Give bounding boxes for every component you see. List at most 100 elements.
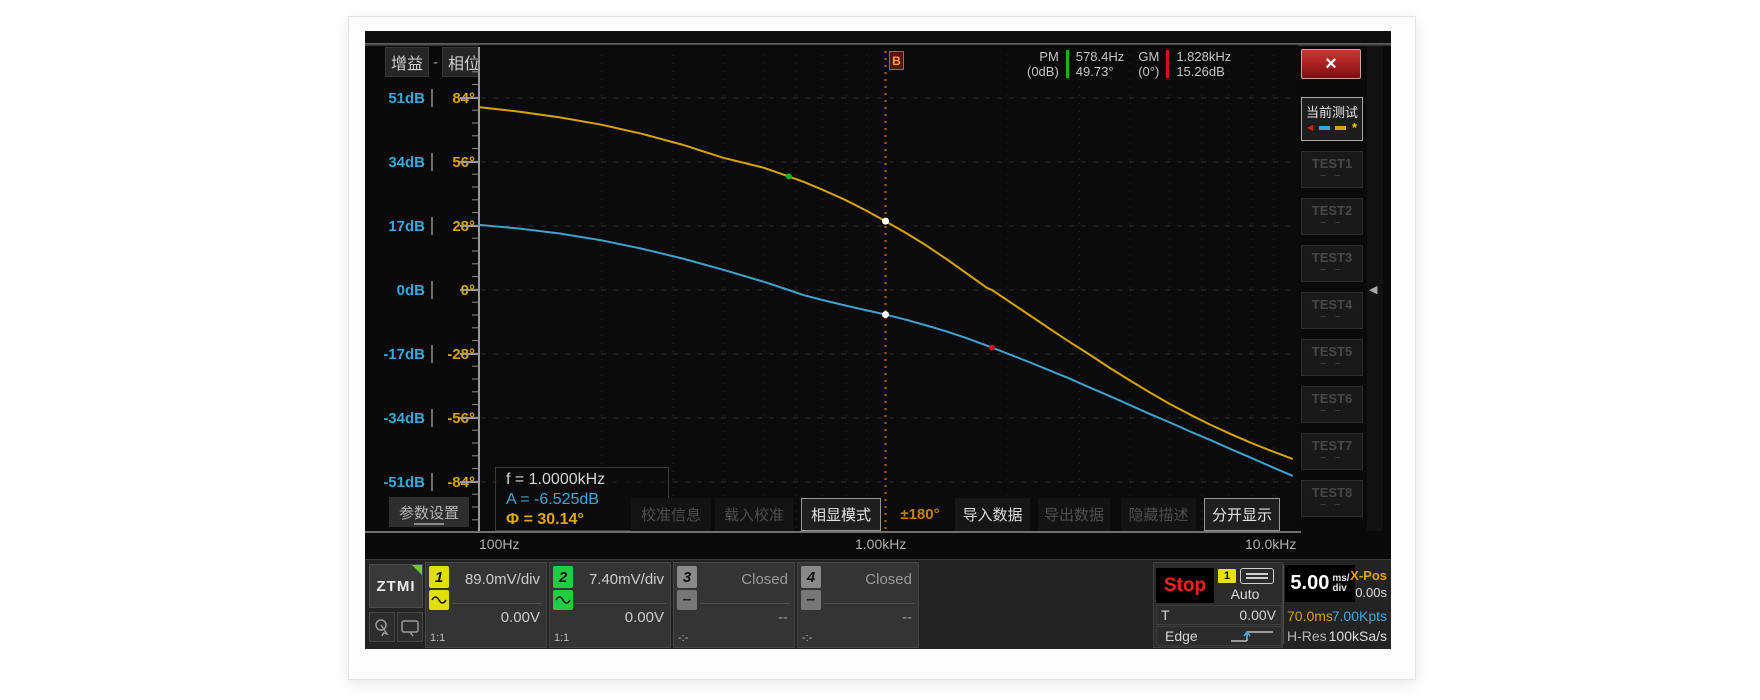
margin-measurements: PM (0dB) 578.4Hz 49.73° GM (0°) 1.828kHz…	[1013, 47, 1301, 81]
current-test-button[interactable]: 当前测试 ◀ *	[1301, 97, 1363, 141]
screenshot-card: 增益 - 相位 51dB84°34dB56°17dB28°0dB0°-17dB-…	[348, 16, 1416, 680]
channel-number-badge: 4	[801, 566, 821, 588]
test-slot-button[interactable]: TEST2– –	[1301, 198, 1363, 235]
gain-axis-label[interactable]: 增益	[385, 47, 429, 77]
channel-divider	[452, 603, 542, 604]
channel-offset: --	[902, 609, 912, 626]
tick-separator	[431, 409, 433, 427]
tick-separator	[431, 89, 433, 107]
trigger-block[interactable]: Stop 1 Auto T 0.00V Edge	[1153, 562, 1283, 648]
channel-divider	[576, 603, 666, 604]
test-slot-button[interactable]: TEST5– –	[1301, 339, 1363, 376]
channel-offset: 0.00V	[501, 609, 540, 626]
gain-tick-label: 34dB	[388, 154, 425, 171]
bode-plot[interactable]	[459, 45, 1298, 534]
cursor-phase-point	[882, 218, 889, 225]
trigger-type-row[interactable]: Edge	[1156, 626, 1282, 646]
timebase-scale-unit: ms/ div	[1332, 574, 1349, 594]
gm-value: 15.26dB	[1176, 64, 1231, 79]
channel-coupling-icon	[553, 590, 573, 610]
sidebar-collapse-icon[interactable]: ◀	[1369, 283, 1377, 296]
toolbar-button-2: 载入校准	[715, 498, 793, 531]
channel-probe-ratio: 1:1	[554, 632, 569, 644]
gain-tick-label: -51dB	[383, 474, 425, 491]
toolbar-button-4[interactable]: ±180°	[889, 498, 951, 531]
toolbar-button-5[interactable]: 导入数据	[955, 498, 1030, 531]
trigger-mode: Auto	[1216, 586, 1274, 602]
test-slot-label: TEST6	[1302, 391, 1362, 406]
gain-trace-swatch	[1319, 126, 1330, 130]
close-button[interactable]: ×	[1301, 49, 1361, 79]
timebase-scale[interactable]: 5.00 ms/ div	[1285, 565, 1355, 602]
test-slot-dashes: – –	[1302, 359, 1362, 368]
close-icon: ×	[1325, 53, 1337, 76]
channel-scale: 7.40mV/div	[589, 571, 664, 588]
brand-logo: ZTMI	[369, 564, 423, 608]
touchpad-icon[interactable]	[397, 612, 423, 642]
test-slot-label: TEST3	[1302, 250, 1362, 265]
memory-depth: 7.00Kpts	[1332, 608, 1387, 624]
gain-tick-label: -34dB	[383, 410, 425, 427]
oscilloscope-screen: 增益 - 相位 51dB84°34dB56°17dB28°0dB0°-17dB-…	[365, 31, 1391, 649]
x-tick-1khz: 1.00kHz	[855, 536, 906, 552]
test-slot-label: TEST8	[1302, 485, 1362, 500]
pm-ref: (0dB)	[1027, 64, 1059, 79]
current-test-legend: ◀ *	[1302, 121, 1362, 132]
top-bar	[365, 31, 1391, 43]
test-slot-button[interactable]: TEST8– –	[1301, 480, 1363, 517]
status-divider	[1283, 564, 1284, 644]
pm-frequency: 578.4Hz	[1076, 49, 1124, 64]
trigger-level-label: T	[1161, 607, 1170, 623]
gain-tick-label: 0dB	[397, 282, 425, 299]
channel-divider	[824, 603, 914, 604]
toolbar-button-3[interactable]: 相显模式	[801, 498, 881, 531]
toolbar-button-7: 隐藏描述	[1121, 498, 1196, 531]
test-slot-button[interactable]: TEST1– –	[1301, 151, 1363, 188]
trigger-level-row[interactable]: T 0.00V	[1156, 605, 1282, 625]
phase-trace-swatch	[1335, 126, 1346, 130]
test-slot-button[interactable]: TEST3– –	[1301, 245, 1363, 282]
tick-separator	[431, 345, 433, 363]
touch-gesture-icon[interactable]	[369, 612, 395, 642]
brand-logo-text: ZTMI	[377, 578, 416, 595]
test-slot-button[interactable]: TEST4– –	[1301, 292, 1363, 329]
cursor-b-flag[interactable]: B	[889, 51, 904, 70]
channel-block-4[interactable]: 4– Closed -- -:-	[797, 562, 919, 648]
pm-color-bar	[1066, 50, 1069, 78]
gain-tick-label: -17dB	[383, 346, 425, 363]
test-slot-label: TEST1	[1302, 156, 1362, 171]
timebase-block[interactable]: 5.00 ms/ div X-Pos 0.00s 70.0ms 7.00Kpts…	[1285, 562, 1389, 648]
xpos-value: 0.00s	[1355, 585, 1387, 600]
xpos-label: X-Pos	[1350, 568, 1387, 583]
pm-marker	[786, 173, 792, 179]
timebase-scale-value: 5.00	[1290, 572, 1329, 595]
test-slot-button[interactable]: TEST6– –	[1301, 386, 1363, 423]
channel-scale: Closed	[865, 571, 912, 588]
channel-block-2[interactable]: 27.40mV/div0.00V1:1	[549, 562, 671, 648]
x-axis-labels: 100Hz 1.00kHz 10.0kHz	[365, 536, 1301, 554]
logo-corner-badge	[412, 565, 422, 575]
gm-label: GM	[1138, 49, 1159, 64]
trigger-arrow-icon: ◀	[1307, 124, 1313, 132]
sample-rate: 100kSa/s	[1329, 628, 1387, 644]
channel-probe-ratio: 1:1	[430, 632, 445, 644]
run-state-indicator[interactable]: Stop	[1156, 568, 1214, 603]
test-slot-dashes: – –	[1302, 218, 1362, 227]
test-slot-button[interactable]: TEST7– –	[1301, 433, 1363, 470]
test-slot-label: TEST4	[1302, 297, 1362, 312]
page-background: 增益 - 相位 51dB84°34dB56°17dB28°0dB0°-17dB-…	[0, 0, 1760, 700]
test-slot-dashes: – –	[1302, 500, 1362, 509]
channel-probe-ratio: -:-	[802, 632, 812, 644]
channel-probe-ratio: -:-	[678, 632, 688, 644]
tick-separator	[431, 473, 433, 491]
test-slot-dashes: – –	[1302, 171, 1362, 180]
channel-block-1[interactable]: 189.0mV/div0.00V1:1	[425, 562, 547, 648]
channel-coupling-icon: –	[801, 590, 821, 610]
toolbar-button-8[interactable]: 分开显示	[1204, 498, 1280, 531]
parameter-settings-button[interactable]: 参数设置	[389, 497, 469, 527]
gm-color-bar	[1166, 50, 1169, 78]
channel-block-3[interactable]: 3–Closed---:-	[673, 562, 795, 648]
gain-margin-readout: GM (0°) 1.828kHz 15.26dB	[1138, 49, 1231, 79]
phase-margin-readout: PM (0dB) 578.4Hz 49.73°	[1027, 49, 1124, 79]
test-slot-label: TEST5	[1302, 344, 1362, 359]
